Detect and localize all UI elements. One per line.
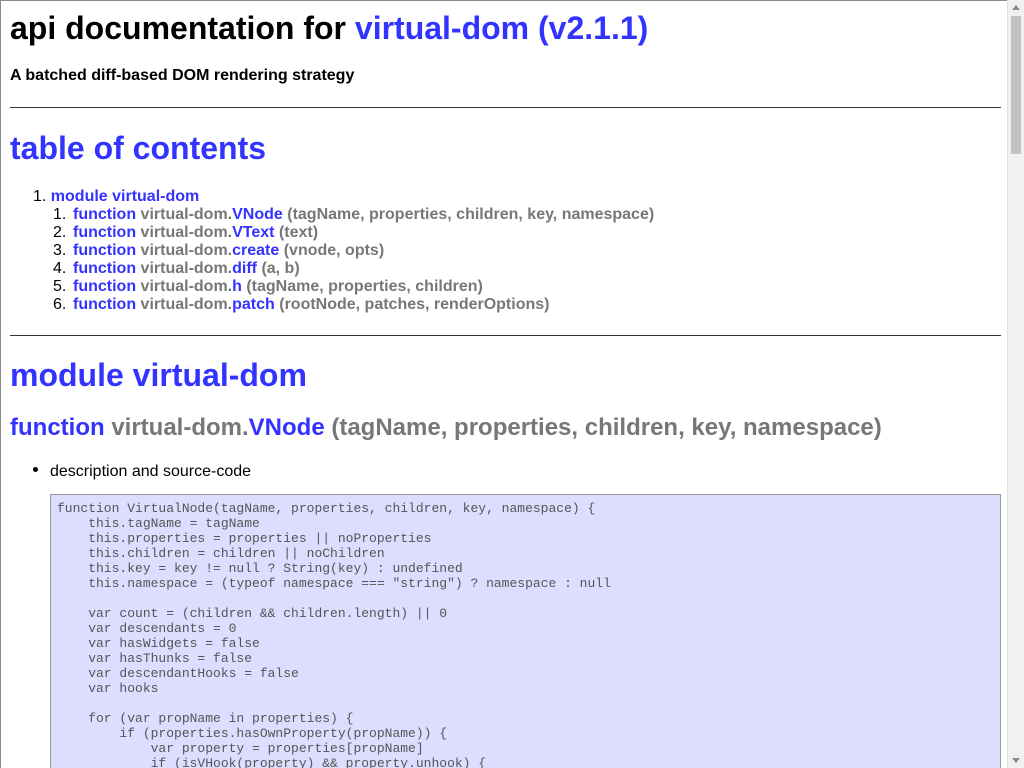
toc-item: 3. function virtual-dom.create (vnode, o… [53, 242, 654, 260]
toc-item-prefix: virtual-dom. [140, 224, 233, 241]
toc-item-keyword[interactable]: function [73, 278, 136, 295]
toc-module-item: 1. module virtual-dom [33, 188, 199, 206]
toc-item-prefix: virtual-dom. [140, 242, 233, 259]
description-list-item: description and source-code [33, 463, 251, 481]
toc-item-args: (tagName, properties, children) [246, 278, 483, 295]
function-heading: function virtual-dom.VNode (tagName, pro… [10, 414, 882, 442]
toc-item: 2. function virtual-dom.VText (text) [53, 224, 654, 242]
toc-item-args: (rootNode, patches, renderOptions) [279, 296, 550, 313]
toc-item-link[interactable]: VNode [232, 206, 283, 223]
package-description: A batched diff-based DOM rendering strat… [10, 67, 355, 84]
source-code[interactable]: function VirtualNode(tagName, properties… [51, 495, 1000, 768]
description-label: description and source-code [50, 463, 252, 480]
toc-item-prefix: virtual-dom. [140, 278, 233, 295]
document-viewport: api documentation for virtual-dom (v2.1.… [0, 0, 1007, 768]
toc-item-keyword[interactable]: function [73, 206, 136, 223]
vertical-scrollbar[interactable] [1007, 0, 1024, 768]
toc-heading: table of contents [10, 130, 267, 166]
toc-item: 5. function virtual-dom.h (tagName, prop… [53, 278, 654, 296]
toc-item-link[interactable]: diff [232, 260, 257, 277]
scroll-down-arrow-icon[interactable] [1012, 758, 1020, 763]
toc-item: 4. function virtual-dom.diff (a, b) [53, 260, 654, 278]
source-code-block[interactable]: function VirtualNode(tagName, properties… [50, 494, 1001, 768]
page-title: api documentation for virtual-dom (v2.1.… [10, 10, 648, 47]
scrollbar-thumb[interactable] [1011, 16, 1021, 154]
divider [10, 107, 1001, 108]
toc-item-keyword[interactable]: function [73, 296, 136, 313]
toc-function-list: 1. function virtual-dom.VNode (tagName, … [53, 206, 655, 314]
toc-item-keyword[interactable]: function [73, 224, 136, 241]
toc-item-number: 1. [53, 206, 67, 223]
module-heading: module virtual-dom [10, 357, 307, 393]
function-keyword[interactable]: function [10, 414, 105, 441]
toc-item: 6. function virtual-dom.patch (rootNode,… [53, 296, 654, 314]
function-name-link[interactable]: VNode [249, 414, 325, 441]
toc-item-prefix: virtual-dom. [140, 296, 233, 313]
toc-item-number: 3. [53, 242, 67, 259]
toc-item-prefix: virtual-dom. [140, 206, 233, 223]
page-title-prefix: api documentation for [10, 10, 346, 46]
toc-module-link[interactable]: module virtual-dom [51, 188, 199, 205]
bullet-icon [33, 467, 38, 473]
toc-item-link[interactable]: create [232, 242, 279, 259]
function-prefix: virtual-dom. [111, 414, 249, 441]
toc-item-link[interactable]: patch [232, 296, 275, 313]
package-link[interactable]: virtual-dom (v2.1.1) [355, 10, 648, 46]
toc-item-keyword[interactable]: function [73, 260, 136, 277]
toc-item-keyword[interactable]: function [73, 242, 136, 259]
toc-item-link[interactable]: VText [232, 224, 274, 241]
divider [10, 335, 1001, 336]
toc-item-number: 2. [53, 224, 67, 241]
toc-item-number: 4. [53, 260, 67, 277]
toc-item-args: (text) [278, 224, 319, 241]
scroll-up-arrow-icon[interactable] [1012, 5, 1020, 10]
function-args: (tagName, properties, children, key, nam… [331, 414, 882, 441]
toc-module-number: 1. [33, 188, 47, 205]
toc-item-link[interactable]: h [232, 278, 242, 295]
toc-item-number: 5. [53, 278, 67, 295]
toc-item-number: 6. [53, 296, 67, 313]
toc-item: 1. function virtual-dom.VNode (tagName, … [53, 206, 655, 224]
toc-item-args: (a, b) [261, 260, 300, 277]
toc-item-prefix: virtual-dom. [140, 260, 233, 277]
toc-item-args: (vnode, opts) [283, 242, 385, 259]
toc-item-args: (tagName, properties, children, key, nam… [287, 206, 655, 223]
